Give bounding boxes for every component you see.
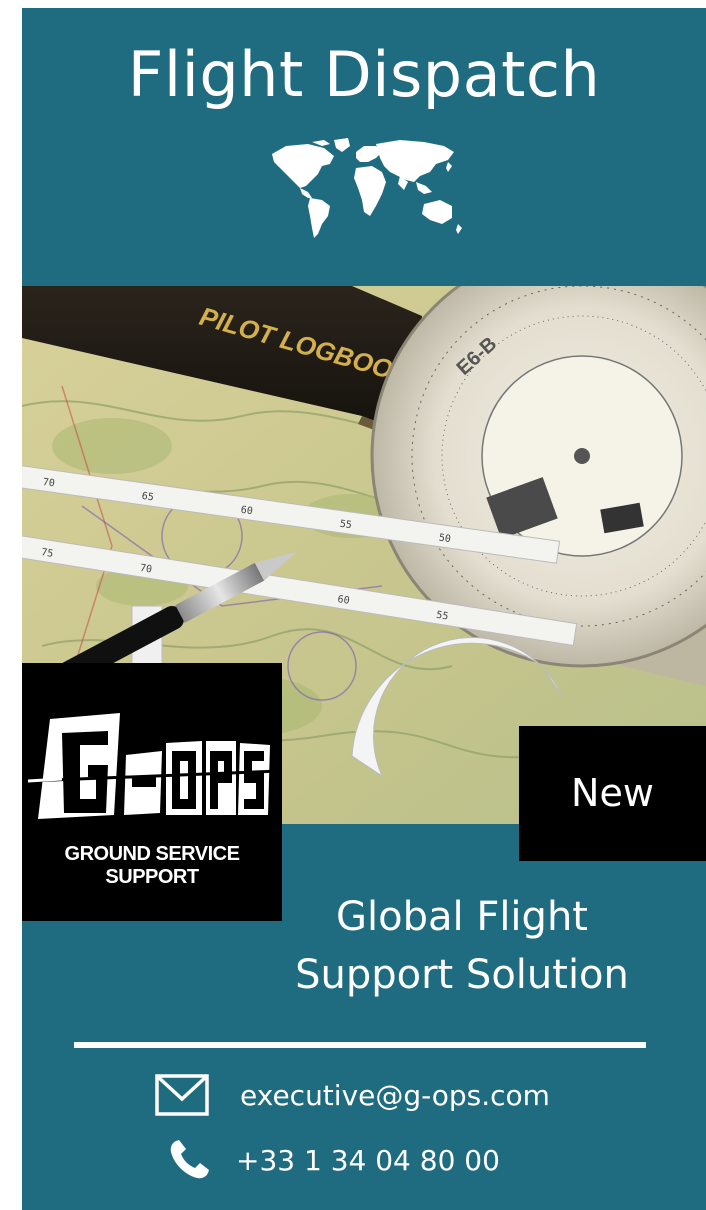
svg-text:70: 70 (42, 477, 55, 490)
company-logo: GROUND SERVICE SUPPORT (22, 663, 282, 921)
svg-text:60: 60 (337, 594, 351, 607)
email-contact[interactable]: executive@g-ops.com (154, 1073, 550, 1117)
world-map-icon (272, 138, 462, 238)
svg-text:55: 55 (435, 610, 449, 623)
tagline-line-1: Global Flight (336, 894, 588, 940)
phone-icon (170, 1140, 209, 1179)
divider (74, 1042, 646, 1048)
page-title: Flight Dispatch (127, 38, 601, 111)
envelope-icon (155, 1074, 209, 1116)
g-ops-logo-icon (27, 713, 281, 819)
new-badge-label: New (571, 771, 654, 815)
new-badge: New (519, 726, 706, 861)
svg-text:65: 65 (141, 491, 154, 504)
tagline: Global Flight Support Solution (267, 888, 657, 1004)
phone-number[interactable]: +33 1 34 04 80 00 (236, 1144, 500, 1177)
email-address[interactable]: executive@g-ops.com (240, 1079, 550, 1112)
tagline-line-2: Support Solution (295, 952, 629, 998)
phone-contact[interactable]: +33 1 34 04 80 00 (168, 1139, 500, 1181)
svg-text:70: 70 (139, 563, 153, 576)
svg-text:55: 55 (339, 519, 352, 532)
svg-text:75: 75 (40, 547, 54, 560)
flyer-card: Flight Dispatch PILOT LOGBOOK E6-B 70 65… (22, 8, 706, 1210)
svg-text:50: 50 (438, 533, 451, 546)
logo-subtitle: GROUND SERVICE SUPPORT (64, 843, 240, 888)
svg-text:60: 60 (240, 505, 253, 518)
